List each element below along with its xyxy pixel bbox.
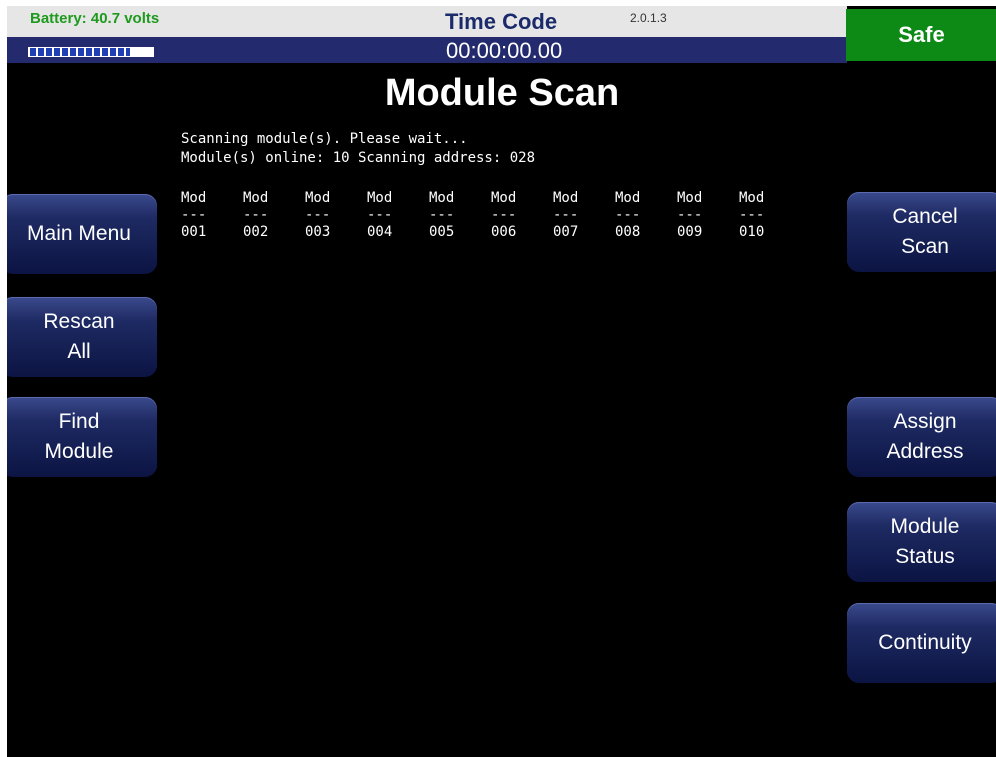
module-divider: --- (181, 207, 207, 223)
module-address: 001 (181, 224, 207, 240)
module-header: Mod (553, 190, 579, 206)
battery-meter-fill (30, 48, 130, 56)
module-divider: --- (243, 207, 269, 223)
button-label: Assign (893, 410, 957, 433)
module-divider: --- (367, 207, 393, 223)
module-entry: Mod --- 008 (615, 190, 640, 241)
module-header: Mod (677, 190, 703, 206)
button-label: Status (895, 545, 955, 568)
module-header: Mod (491, 190, 517, 206)
screen: Battery: 40.7 volts Time Code 2.0.1.3 00… (7, 6, 996, 757)
battery-meter (28, 47, 154, 57)
module-divider: --- (739, 207, 765, 223)
page-title: Module Scan (384, 72, 620, 114)
module-header: Mod (739, 190, 765, 206)
cancel-scan-button[interactable]: Cancel Scan (847, 192, 996, 272)
module-divider: --- (491, 207, 517, 223)
assign-address-button[interactable]: Assign Address (847, 397, 996, 477)
button-label: Module (44, 440, 114, 463)
version-label: 2.0.1.3 (630, 11, 667, 25)
find-module-button[interactable]: Find Module (7, 397, 157, 477)
module-header: Mod (243, 190, 269, 206)
timecode-label: Time Code (445, 9, 558, 34)
button-label: Rescan (43, 310, 115, 333)
button-label: Cancel (892, 205, 958, 228)
scan-status: Scanning module(s). Please wait... Modul… (181, 130, 535, 168)
module-header: Mod (429, 190, 455, 206)
module-address: 008 (615, 224, 641, 240)
module-address: 003 (305, 224, 331, 240)
scan-status-line: Module(s) online: 10 Scanning address: 0… (181, 150, 536, 166)
rescan-all-button[interactable]: Rescan All (7, 297, 157, 377)
module-entry: Mod --- 004 (367, 190, 392, 241)
button-label: Find (58, 410, 100, 433)
top-bar: Battery: 40.7 volts Time Code 2.0.1.3 (7, 6, 847, 37)
status-bar: 00:00:00.00 (7, 37, 847, 63)
module-header: Mod (305, 190, 331, 206)
module-divider: --- (615, 207, 641, 223)
module-address: 009 (677, 224, 703, 240)
module-header: Mod (615, 190, 641, 206)
button-label: Main Menu (27, 222, 131, 245)
module-header: Mod (367, 190, 393, 206)
button-label: Address (886, 440, 964, 463)
button-label: Scan (901, 235, 949, 258)
button-label: All (67, 340, 91, 363)
module-entry: Mod --- 003 (305, 190, 330, 241)
module-entry: Mod --- 010 (739, 190, 764, 241)
module-address: 010 (739, 224, 765, 240)
module-entry: Mod --- 002 (243, 190, 268, 241)
module-entry: Mod --- 005 (429, 190, 454, 241)
safe-indicator: Safe (846, 9, 996, 61)
button-label: Module (890, 515, 960, 538)
continuity-button[interactable]: Continuity (847, 603, 996, 683)
module-entry: Mod --- 007 (553, 190, 578, 241)
battery-voltage: Battery: 40.7 volts (30, 10, 160, 27)
scan-status-line: Scanning module(s). Please wait... (181, 131, 468, 147)
module-divider: --- (429, 207, 455, 223)
module-address: 002 (243, 224, 269, 240)
module-status-button[interactable]: Module Status (847, 502, 996, 582)
module-divider: --- (305, 207, 331, 223)
module-address: 007 (553, 224, 579, 240)
module-divider: --- (677, 207, 703, 223)
module-entry: Mod --- 001 (181, 190, 206, 241)
module-address: 004 (367, 224, 393, 240)
module-divider: --- (553, 207, 579, 223)
module-address: 005 (429, 224, 455, 240)
main-menu-button[interactable]: Main Menu (7, 194, 157, 274)
button-label: Continuity (878, 631, 972, 654)
module-header: Mod (181, 190, 207, 206)
module-entry: Mod --- 006 (491, 190, 516, 241)
module-address: 006 (491, 224, 517, 240)
module-entry: Mod --- 009 (677, 190, 702, 241)
timecode-value: 00:00:00.00 (446, 38, 563, 63)
